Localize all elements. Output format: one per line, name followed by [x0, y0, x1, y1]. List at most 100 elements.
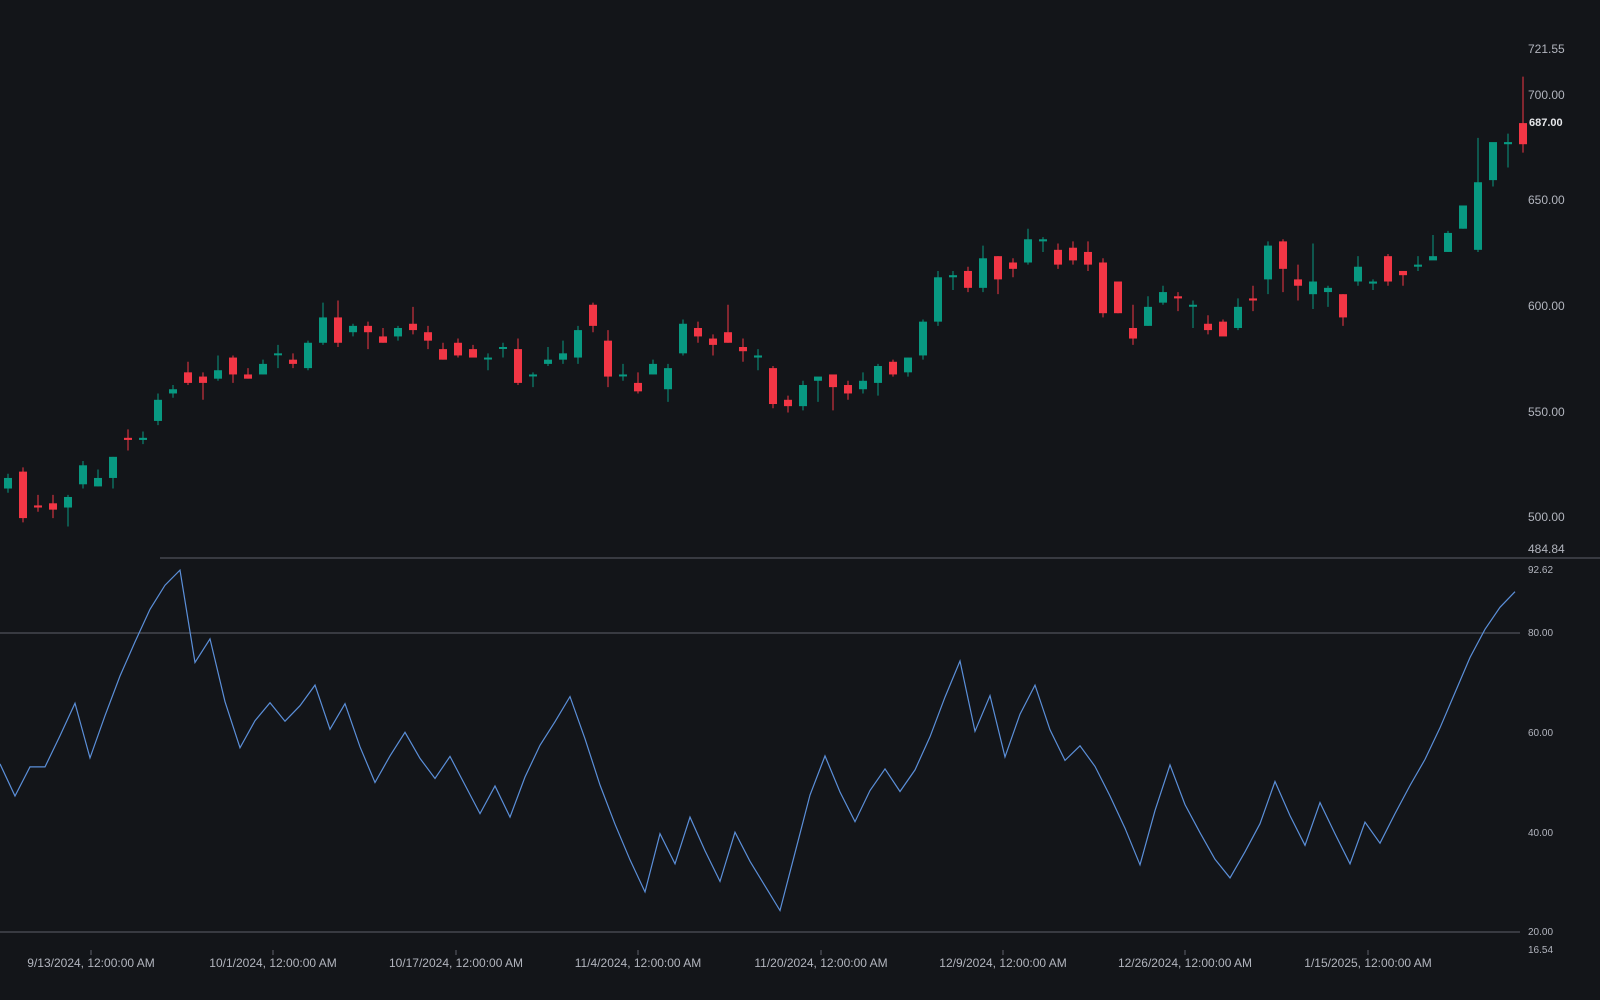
candle-body[interactable]: [1414, 264, 1422, 267]
candle-body[interactable]: [844, 385, 852, 394]
candle-body[interactable]: [1114, 281, 1122, 314]
candle-body[interactable]: [544, 359, 552, 364]
candle-body[interactable]: [214, 370, 222, 379]
candle-body[interactable]: [469, 349, 477, 358]
candle-body[interactable]: [499, 346, 507, 349]
candle-body[interactable]: [589, 304, 597, 326]
candle-body[interactable]: [1189, 304, 1197, 307]
candle-body[interactable]: [1309, 281, 1317, 295]
candle-body[interactable]: [829, 374, 837, 388]
candle-body[interactable]: [799, 385, 807, 407]
candle-body[interactable]: [259, 363, 267, 375]
candle-body[interactable]: [1294, 279, 1302, 286]
candle-body[interactable]: [49, 503, 57, 510]
candle-body[interactable]: [994, 256, 1002, 280]
candle-body[interactable]: [619, 374, 627, 377]
candle-body[interactable]: [724, 332, 732, 343]
candle-body[interactable]: [634, 382, 642, 392]
candle-body[interactable]: [1234, 306, 1242, 328]
candle-body[interactable]: [784, 399, 792, 407]
candle-body[interactable]: [379, 336, 387, 343]
candle-body[interactable]: [1129, 327, 1137, 339]
candle-body[interactable]: [334, 317, 342, 343]
candle-body[interactable]: [664, 368, 672, 390]
candle-body[interactable]: [1204, 323, 1212, 331]
candle-body[interactable]: [1264, 245, 1272, 280]
candle-body[interactable]: [394, 327, 402, 337]
candle-body[interactable]: [679, 323, 687, 354]
candle-body[interactable]: [1399, 270, 1407, 276]
candle-body[interactable]: [709, 338, 717, 345]
candle-body[interactable]: [739, 346, 747, 352]
candle-body[interactable]: [1174, 296, 1182, 299]
candle-body[interactable]: [274, 353, 282, 356]
candle-body[interactable]: [454, 342, 462, 356]
candle-body[interactable]: [244, 374, 252, 379]
stock-chart[interactable]: 721.55 700.00 687.00 650.00 600.00 550.0…: [0, 0, 1600, 1000]
candle-body[interactable]: [934, 277, 942, 322]
candle-body[interactable]: [79, 465, 87, 485]
candle-body[interactable]: [514, 349, 522, 383]
candle-body[interactable]: [19, 471, 27, 519]
candle-body[interactable]: [769, 368, 777, 405]
candle-body[interactable]: [1504, 142, 1512, 145]
candle-body[interactable]: [424, 332, 432, 341]
candle-body[interactable]: [229, 357, 237, 375]
candle-body[interactable]: [1144, 306, 1152, 326]
candle-body[interactable]: [964, 270, 972, 288]
candle-body[interactable]: [139, 437, 147, 440]
candle-body[interactable]: [1489, 142, 1497, 181]
candle-body[interactable]: [1084, 251, 1092, 265]
candle-body[interactable]: [1354, 266, 1362, 282]
candle-body[interactable]: [304, 342, 312, 369]
candle-body[interactable]: [289, 359, 297, 364]
candle-body[interactable]: [364, 325, 372, 333]
candle-body[interactable]: [34, 505, 42, 508]
candle-body[interactable]: [919, 321, 927, 356]
candle-body[interactable]: [649, 363, 657, 375]
candle-body[interactable]: [979, 258, 987, 288]
candle-body[interactable]: [439, 349, 447, 360]
candle-body[interactable]: [4, 477, 12, 489]
candle-body[interactable]: [859, 380, 867, 390]
candle-body[interactable]: [1219, 321, 1227, 337]
candle-body[interactable]: [94, 477, 102, 487]
candle-body[interactable]: [1099, 262, 1107, 314]
candle-body[interactable]: [1009, 262, 1017, 269]
candle-body[interactable]: [574, 330, 582, 358]
candle-body[interactable]: [349, 325, 357, 333]
candle-body[interactable]: [184, 372, 192, 383]
candle-body[interactable]: [1339, 294, 1347, 318]
candle-body[interactable]: [754, 355, 762, 358]
candle-body[interactable]: [199, 376, 207, 383]
candle-body[interactable]: [1039, 239, 1047, 242]
candle-body[interactable]: [1429, 256, 1437, 261]
candle-body[interactable]: [409, 323, 417, 331]
candle-body[interactable]: [1324, 287, 1332, 293]
candle-body[interactable]: [1024, 239, 1032, 263]
candle-body[interactable]: [1474, 182, 1482, 250]
candle-body[interactable]: [484, 357, 492, 360]
candle-body[interactable]: [949, 275, 957, 278]
candle-body[interactable]: [874, 366, 882, 383]
candle-body[interactable]: [1369, 281, 1377, 284]
candle-body[interactable]: [559, 353, 567, 360]
candle-body[interactable]: [169, 389, 177, 394]
candle-body[interactable]: [64, 496, 72, 508]
candle-body[interactable]: [814, 376, 822, 381]
candle-body[interactable]: [1054, 249, 1062, 265]
candle-body[interactable]: [1519, 123, 1527, 145]
candle-body[interactable]: [109, 456, 117, 478]
candle-body[interactable]: [1459, 205, 1467, 229]
candle-body[interactable]: [1249, 298, 1257, 301]
candle-body[interactable]: [319, 317, 327, 343]
candle-body[interactable]: [1069, 247, 1077, 261]
candle-body[interactable]: [904, 357, 912, 373]
candle-body[interactable]: [889, 361, 897, 375]
candle-body[interactable]: [694, 327, 702, 337]
candle-body[interactable]: [154, 399, 162, 421]
candle-body[interactable]: [1279, 241, 1287, 269]
candle-body[interactable]: [604, 340, 612, 377]
candle-body[interactable]: [529, 374, 537, 377]
candle-body[interactable]: [1159, 292, 1167, 303]
